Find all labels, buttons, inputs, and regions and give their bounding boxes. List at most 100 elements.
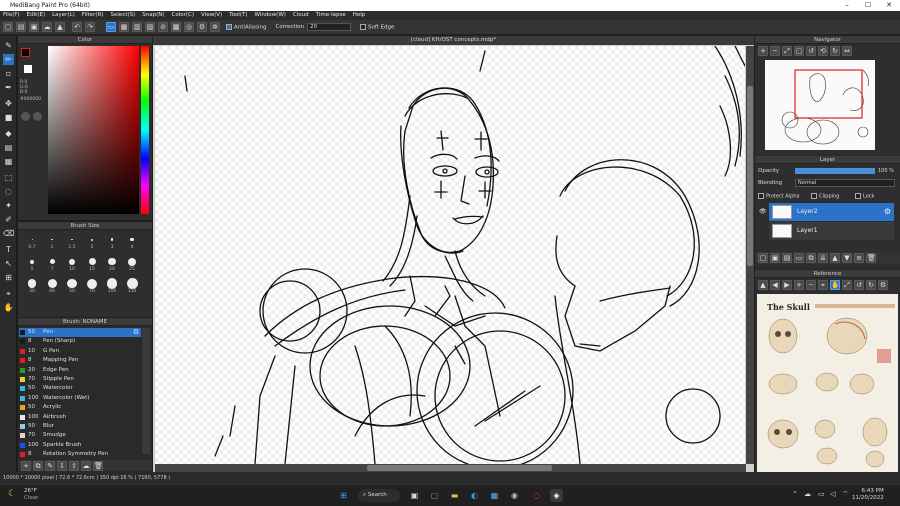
brush-size-option[interactable]: 0.7: [22, 234, 42, 250]
layer-row-layer1[interactable]: Layer1: [769, 222, 894, 240]
canvas-tab[interactable]: [cloud] KH/OST concepts.mdp*: [153, 36, 754, 45]
cloud-save-icon[interactable]: ☁: [42, 22, 52, 32]
dot-tool-icon[interactable]: ✒: [3, 82, 14, 93]
edit-brush-icon[interactable]: ✎: [45, 461, 55, 471]
network-icon[interactable]: ⌔: [842, 490, 849, 499]
snap-settings-icon[interactable]: ✲: [210, 22, 220, 32]
weather-widget[interactable]: 26°F Clear: [24, 488, 38, 502]
clipping-toggle[interactable]: Clipping: [811, 193, 839, 200]
brush-size-option[interactable]: 40: [42, 278, 62, 294]
primary-color-swatch[interactable]: [21, 48, 30, 57]
taskbar-clock[interactable]: 6:43 PM 11/20/2022: [852, 488, 884, 502]
brush-item[interactable]: 8 Pen (Sharp): [19, 337, 141, 346]
brush-size-option[interactable]: 1.5: [62, 234, 82, 250]
brush-size-option[interactable]: 2: [82, 234, 102, 250]
brush-list-scrollbar[interactable]: [142, 328, 150, 454]
opera-browser-icon[interactable]: ○: [530, 489, 543, 502]
fill-rect-tool-icon[interactable]: ■: [3, 112, 14, 123]
menu-select[interactable]: Select(S): [111, 11, 136, 20]
brush-item[interactable]: 50 Watercolor: [19, 384, 141, 393]
correction-select[interactable]: 20: [306, 23, 351, 31]
menu-snap[interactable]: Snap(N): [142, 11, 164, 20]
reference-prev-icon[interactable]: ◀: [770, 280, 780, 290]
menu-view[interactable]: View(V): [201, 11, 222, 20]
drawing-canvas[interactable]: [155, 46, 745, 464]
teams-chat-icon[interactable]: ▢: [428, 489, 441, 502]
reference-zoom-in-icon[interactable]: +: [794, 280, 804, 290]
brush-item[interactable]: 10 G Pen: [19, 347, 141, 356]
saturation-value-picker[interactable]: [48, 46, 139, 214]
opacity-slider[interactable]: [795, 168, 875, 174]
brush-tool-icon[interactable]: ✎: [3, 40, 14, 51]
microsoft-store-icon[interactable]: ▦: [488, 489, 501, 502]
select-pen-tool-icon[interactable]: ✐: [3, 214, 14, 225]
move-layer-down-icon[interactable]: ▼: [842, 253, 852, 263]
rotate-right-icon[interactable]: ↻: [830, 46, 840, 56]
secondary-color-swatch[interactable]: [24, 65, 32, 73]
fill-tool-icon[interactable]: ▦: [3, 156, 14, 167]
canvas-horizontal-scrollbar[interactable]: [155, 464, 746, 472]
brush-settings-gear-icon[interactable]: ⚙: [133, 328, 139, 337]
brush-size-option[interactable]: 10: [62, 256, 82, 272]
reference-open-icon[interactable]: ▲: [758, 280, 768, 290]
brush-size-option[interactable]: 4: [122, 234, 142, 250]
steam-icon[interactable]: ◉: [508, 489, 521, 502]
task-view-icon[interactable]: ▣: [408, 489, 421, 502]
vertical-scroll-thumb[interactable]: [747, 86, 753, 266]
rotate-left-icon[interactable]: ↺: [806, 46, 816, 56]
brush-size-option[interactable]: 20: [102, 256, 122, 272]
fit-window-icon[interactable]: ⤢: [782, 46, 792, 56]
flip-horizontal-icon[interactable]: ⇔: [842, 46, 852, 56]
operation-tool-icon[interactable]: ↖: [3, 258, 14, 269]
brush-size-option[interactable]: 15: [82, 256, 102, 272]
menu-file[interactable]: File(F): [3, 11, 20, 20]
brush-item[interactable]: 100 Airbrush: [19, 413, 141, 422]
close-button[interactable]: ✕: [878, 0, 900, 11]
layer-row-layer2[interactable]: Layer2 ⚙: [769, 203, 894, 221]
zoom-in-icon[interactable]: +: [758, 46, 768, 56]
export-brush-icon[interactable]: ⇧: [69, 461, 79, 471]
maximize-button[interactable]: ☐: [857, 0, 879, 11]
add-halftone-layer-icon[interactable]: ▤: [782, 253, 792, 263]
start-windows-icon[interactable]: ⊞: [337, 489, 350, 502]
add-layer-icon[interactable]: ▢: [758, 253, 768, 263]
reference-eyedropper-icon[interactable]: ⌖: [818, 280, 828, 290]
brush-size-option[interactable]: 7: [42, 256, 62, 272]
share-icon[interactable]: ▲: [55, 22, 65, 32]
color-add-icon[interactable]: [33, 112, 42, 121]
bucket-tool-icon[interactable]: ◆: [3, 128, 14, 139]
soft-edge-toggle[interactable]: Soft Edge: [359, 23, 394, 30]
pen-tool-icon[interactable]: ✏: [3, 54, 14, 65]
open-file-icon[interactable]: ▤: [16, 22, 26, 32]
move-tool-icon[interactable]: ✥: [3, 98, 14, 109]
delete-brush-icon[interactable]: 🗑: [93, 461, 103, 471]
horizontal-scroll-thumb[interactable]: [367, 465, 552, 471]
brush-item[interactable]: 70 Smudge: [19, 431, 141, 440]
zoom-out-icon[interactable]: −: [770, 46, 780, 56]
reference-hand-icon[interactable]: ✋: [830, 280, 840, 290]
brush-item[interactable]: 8 Mapping Pen: [19, 356, 141, 365]
brush-size-option[interactable]: 70: [82, 278, 102, 294]
hue-slider[interactable]: [141, 46, 149, 214]
blending-select[interactable]: Normal: [795, 179, 895, 187]
snap-gear-icon[interactable]: ⚙: [197, 22, 207, 32]
brush-item[interactable]: 50 Acrylic: [19, 403, 141, 412]
onedrive-cloud-icon[interactable]: ☁: [804, 490, 811, 498]
lasso-tool-icon[interactable]: ◌: [3, 186, 14, 197]
selection-add-icon[interactable]: ▦: [119, 22, 129, 32]
copy-brush-icon[interactable]: ⧉: [33, 461, 43, 471]
brush-size-option[interactable]: 3: [102, 234, 122, 250]
menu-edit[interactable]: Edit(E): [27, 11, 45, 20]
snap-grid-icon[interactable]: ▩: [171, 22, 181, 32]
reference-fit-icon[interactable]: ⤢: [842, 280, 852, 290]
edge-browser-icon[interactable]: ◐: [468, 489, 481, 502]
volume-icon[interactable]: ◁: [830, 490, 835, 498]
select-eraser-tool-icon[interactable]: ⌫: [3, 228, 14, 239]
brush-item[interactable]: 100 Watercolor (Wet): [19, 394, 141, 403]
magic-wand-tool-icon[interactable]: ✦: [3, 200, 14, 211]
canvas-vertical-scrollbar[interactable]: [746, 46, 754, 464]
menu-tool[interactable]: Tool(T): [229, 11, 247, 20]
text-tool-icon[interactable]: T: [3, 244, 14, 255]
reference-zoom-out-icon[interactable]: −: [806, 280, 816, 290]
reference-image[interactable]: The Skull: [757, 294, 898, 472]
